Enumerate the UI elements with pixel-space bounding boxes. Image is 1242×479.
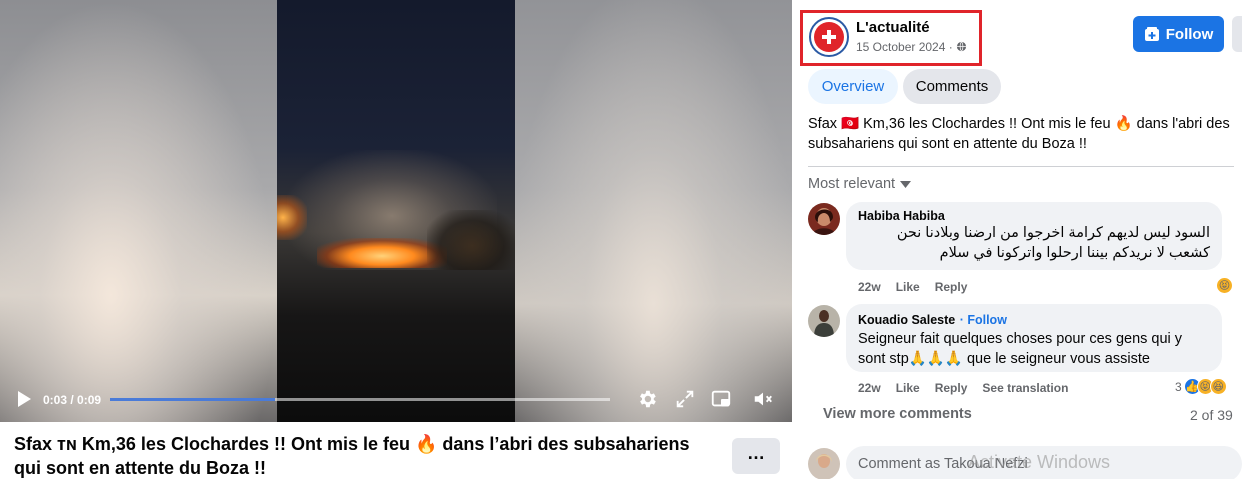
comment-text-line-2: sont stp🙏🙏🙏 que le seigneur vous assiste — [858, 351, 1150, 367]
reply-link[interactable]: Reply — [935, 280, 968, 294]
video-controls: 0:03 / 0:09 — [0, 380, 792, 420]
comment-follow-link[interactable]: · Follow — [960, 313, 1007, 327]
page-name[interactable]: L'actualité — [856, 19, 930, 36]
page-logo-icon — [814, 22, 844, 52]
globe-icon — [956, 41, 967, 52]
mute-icon[interactable] — [752, 388, 774, 410]
sort-dropdown[interactable]: Most relevant — [808, 176, 912, 192]
video-frame[interactable] — [277, 0, 515, 422]
comment-reactions[interactable]: 3 👍 😝 😆 — [1175, 378, 1227, 395]
tab-comments[interactable]: Comments — [903, 69, 1001, 104]
tab-overview[interactable]: Overview — [808, 69, 898, 104]
comment-bubble: Habiba Habiba السود ليس لديهم كرامة اخرج… — [846, 202, 1222, 270]
user-photo-icon — [808, 305, 840, 337]
activate-windows-watermark: Activate Windows — [968, 452, 1111, 472]
settings-icon[interactable] — [636, 388, 658, 410]
comment-text-line-2: كشعب لا نريدكم بيننا ارحلوا واتركونا في … — [939, 245, 1210, 261]
reply-link[interactable]: Reply — [935, 381, 968, 395]
video-player[interactable]: 0:03 / 0:09 — [0, 0, 792, 422]
divider — [808, 166, 1234, 167]
comment-meta: 22w Like Reply See translation — [858, 381, 1068, 395]
view-more-comments-link[interactable]: View more comments — [823, 406, 972, 422]
see-translation-link[interactable]: See translation — [982, 381, 1068, 395]
video-blur-backdrop-right — [515, 0, 792, 422]
comment-author[interactable]: Habiba Habiba — [858, 209, 1210, 223]
comment-text-line-1: Seigneur fait quelques choses pour ces g… — [858, 331, 1183, 347]
user-photo-icon — [808, 203, 840, 235]
fullscreen-icon[interactable] — [674, 388, 696, 410]
like-link[interactable]: Like — [896, 280, 920, 294]
laugh-reaction-icon: 😆 — [1209, 378, 1227, 395]
comment-header: Kouadio Saleste · Follow — [858, 311, 1210, 329]
comment-age[interactable]: 22w — [858, 280, 881, 294]
avatar[interactable] — [808, 203, 840, 235]
follow-button[interactable]: Follow — [1133, 16, 1224, 52]
post-date-text: 15 October 2024 · — [856, 40, 953, 54]
comment-count: 2 of 39 — [1190, 407, 1233, 423]
avatar[interactable] — [808, 305, 840, 337]
video-fire-left — [277, 195, 307, 240]
page-options-button[interactable] — [1232, 16, 1242, 52]
post-date[interactable]: 15 October 2024 · — [856, 40, 967, 54]
post-text: Sfax 🇹🇳 Km,36 les Clochardes !! Ont mis … — [808, 116, 1230, 152]
video-progress-fill — [110, 398, 275, 401]
follow-page-icon — [1144, 27, 1159, 41]
comment-meta: 22w Like Reply — [858, 280, 967, 294]
play-icon[interactable] — [16, 390, 32, 408]
comment-text-line-1: السود ليس لديهم كرامة اخرجوا من ارضنا وب… — [896, 225, 1210, 241]
like-link[interactable]: Like — [896, 381, 920, 395]
user-photo-icon — [808, 448, 840, 479]
video-blur-backdrop-left — [0, 0, 277, 422]
post-panel: L'actualité 15 October 2024 · Follow Ove… — [792, 0, 1242, 479]
page-avatar[interactable] — [809, 17, 849, 57]
haha-reaction-icon: 😝 — [1216, 277, 1233, 294]
video-trees — [427, 210, 515, 270]
current-user-avatar[interactable] — [808, 448, 840, 479]
picture-in-picture-icon[interactable] — [710, 388, 732, 410]
comment-bubble: Kouadio Saleste · Follow Seigneur fait q… — [846, 304, 1222, 372]
reaction-count: 3 — [1175, 379, 1182, 394]
chevron-down-icon — [900, 180, 912, 188]
comment-author[interactable]: Kouadio Saleste — [858, 313, 955, 327]
post-title: Sfax ᴛɴ Km,36 les Clochardes !! Ont mis … — [14, 434, 690, 478]
follow-label: Follow — [1165, 25, 1214, 43]
comment-age[interactable]: 22w — [858, 381, 881, 395]
sort-label: Most relevant — [808, 176, 896, 192]
video-progress-bar[interactable] — [110, 398, 610, 401]
comment-reactions[interactable]: 😝 — [1216, 277, 1233, 294]
video-time: 0:03 / 0:09 — [43, 393, 102, 407]
more-options-button[interactable]: … — [732, 438, 780, 474]
